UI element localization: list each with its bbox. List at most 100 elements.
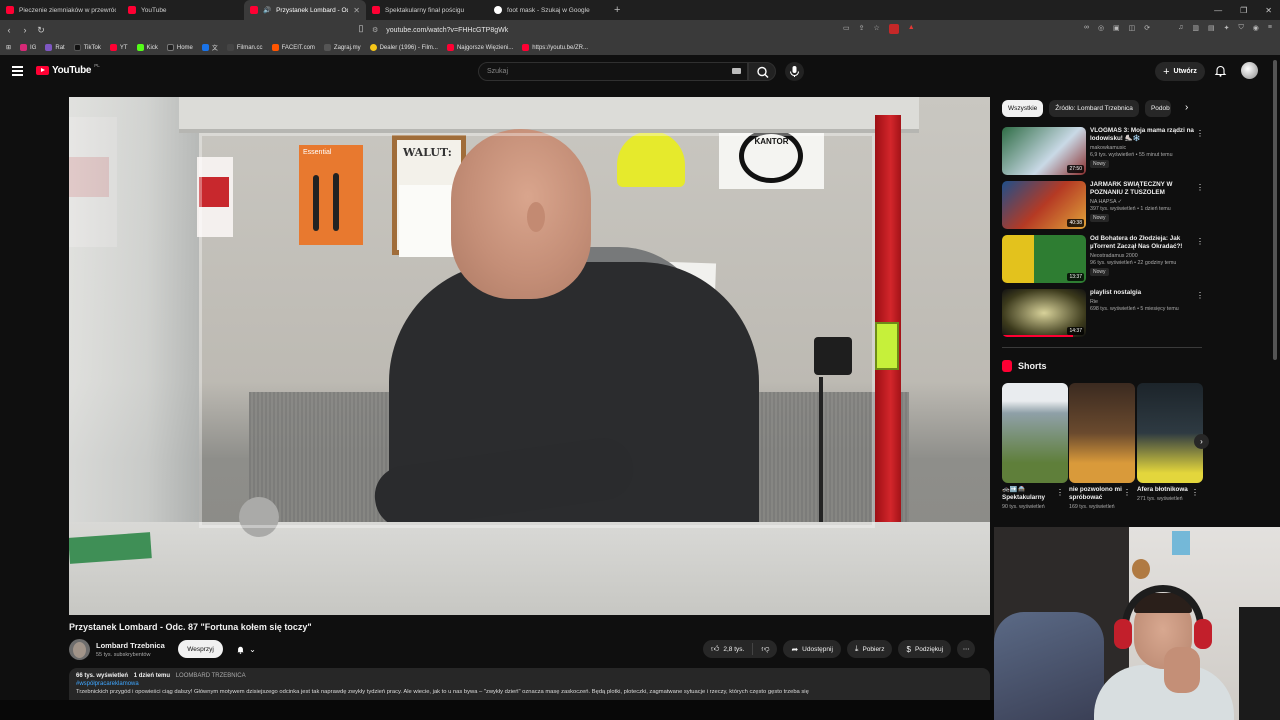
video-thumbnail[interactable]: 13:37 xyxy=(1002,235,1086,283)
bookmark-item[interactable]: Najgorsze Więzieni... xyxy=(446,44,513,51)
video-thumbnail[interactable]: 14:37 xyxy=(1002,289,1086,337)
short-title[interactable]: 🚓➡️🚔 Spektakularny finał pościgu xyxy=(1002,486,1058,502)
close-tab-icon[interactable]: ✕ xyxy=(353,6,360,15)
video-title[interactable]: playlist nostalgia xyxy=(1090,289,1194,297)
more-vertical-icon[interactable]: ⋮ xyxy=(1196,183,1204,192)
youtube-logo[interactable]: YouTube PL xyxy=(36,63,100,76)
close-window-icon[interactable]: ✕ xyxy=(1265,6,1272,15)
channel-name[interactable]: Neostradamus 2000 xyxy=(1090,253,1194,259)
bookmark-item[interactable]: YT xyxy=(109,44,128,51)
video-title[interactable]: Od Bohatera do Złodzieja: Jak µTorrent Z… xyxy=(1090,235,1194,251)
like-button[interactable]: 👍︎ 2,8 tys. xyxy=(703,643,754,655)
subscription-bell-button[interactable]: ⌄ xyxy=(229,640,263,658)
browser-tab[interactable]: Spektakularny finał pościgu xyxy=(366,0,488,20)
short-thumbnail[interactable] xyxy=(1002,383,1068,483)
bookmark-item[interactable]: FACEIT.com xyxy=(271,44,315,51)
wallet-icon[interactable]: ▤ xyxy=(1208,24,1215,32)
channel-name[interactable]: Rie xyxy=(1090,299,1194,305)
extension-icon[interactable]: ⟳ xyxy=(1144,24,1150,32)
bookmark-item[interactable]: Kick xyxy=(136,44,158,51)
vpn-icon[interactable]: ⛉ xyxy=(1239,24,1244,32)
recommended-video[interactable]: 27:50 VLOGMAS 3: Moja mama rządzi na lod… xyxy=(1002,127,1204,177)
channel-name[interactable]: Lombard Trzebnica xyxy=(96,641,165,650)
bookmark-item[interactable]: TikTok xyxy=(73,44,101,51)
short-thumbnail[interactable] xyxy=(1137,383,1203,483)
rewards-icon[interactable]: ▲ xyxy=(908,24,915,34)
account-avatar[interactable] xyxy=(1241,62,1258,79)
apps-icon[interactable]: ⊞ xyxy=(6,44,11,51)
chevron-right-icon[interactable]: › xyxy=(1194,434,1209,449)
bookmark-item[interactable]: IG xyxy=(20,44,36,51)
video-player[interactable]: Essential WALUT: KANTOR xyxy=(69,97,990,615)
more-vertical-icon[interactable]: ⋮ xyxy=(1196,291,1204,300)
address-bar[interactable]: ⚙ youtube.com/watch?v=FHHcGTP8gWk xyxy=(372,22,912,38)
share-button[interactable]: ➦ Udostępnij xyxy=(783,640,841,658)
brave-shield-icon[interactable] xyxy=(888,24,899,34)
recommended-video[interactable]: 13:37 Od Bohatera do Złodzieja: Jak µTor… xyxy=(1002,235,1204,285)
chip-similar[interactable]: Podob xyxy=(1144,100,1171,117)
video-thumbnail[interactable]: 27:50 xyxy=(1002,127,1086,175)
channel-avatar[interactable] xyxy=(69,639,90,660)
chevron-right-icon[interactable]: › xyxy=(1185,102,1188,113)
bookmark-icon[interactable]: ▯ xyxy=(354,23,368,34)
more-vertical-icon[interactable]: ⋮ xyxy=(1056,488,1064,497)
bookmark-item[interactable]: https://youtu.be/ZR... xyxy=(522,44,588,51)
download-button[interactable]: ⤓ Pobierz xyxy=(846,640,893,658)
create-button[interactable]: + Utwórz xyxy=(1155,62,1205,81)
minimize-icon[interactable]: — xyxy=(1214,6,1222,15)
search-input[interactable]: Szukaj xyxy=(478,62,748,81)
share-icon[interactable]: ⇪ xyxy=(859,24,865,34)
browser-tab-active[interactable]: 🔊 Przystanek Lombard - Odc. 87 ✕ xyxy=(244,0,366,20)
channel-name[interactable]: NA HAPSA ✓ xyxy=(1090,199,1194,205)
media-icon[interactable]: ♫ xyxy=(1178,24,1183,32)
forward-icon[interactable]: › xyxy=(18,25,32,35)
notifications-bell-icon[interactable] xyxy=(1214,64,1227,77)
hamburger-menu-icon[interactable] xyxy=(12,66,23,78)
voice-search-button[interactable] xyxy=(785,62,804,81)
bookmark-item[interactable]: Home xyxy=(166,44,193,51)
support-button[interactable]: Wesprzyj xyxy=(178,640,223,658)
extension-icon[interactable]: ∞ xyxy=(1084,24,1089,32)
more-vertical-icon[interactable]: ⋮ xyxy=(1123,488,1131,497)
short-title[interactable]: nie pozwolono mi spróbować xyxy=(1069,486,1125,502)
bookmark-item[interactable]: Zagraj.my xyxy=(323,44,361,51)
hashtag-link[interactable]: #współpracareklamowa xyxy=(76,681,983,687)
browser-tab[interactable]: Pieczenie ziemniaków w przewróconym xyxy=(0,0,122,20)
video-title[interactable]: VLOGMAS 3: Moja mama rządzi na lodowisku… xyxy=(1090,127,1194,143)
menu-icon[interactable]: ≡ xyxy=(1268,24,1272,32)
video-thumbnail[interactable]: 40:38 xyxy=(1002,181,1086,229)
site-info-icon[interactable]: ⚙ xyxy=(372,26,378,34)
cast-icon[interactable]: ▭ xyxy=(843,24,850,34)
browser-tab[interactable]: foot mask - Szukaj w Google xyxy=(488,0,610,20)
bookmark-item[interactable]: Rat xyxy=(45,44,65,51)
extension-icon[interactable]: ◫ xyxy=(1129,24,1136,32)
short-thumbnail[interactable] xyxy=(1069,383,1135,483)
search-button[interactable] xyxy=(748,62,776,81)
extension-icon[interactable]: ▣ xyxy=(1113,24,1120,32)
video-title[interactable]: JARMARK ŚWIĄTECZNY W POZNANIU Z TUSZOLEM xyxy=(1090,181,1194,197)
recommended-video[interactable]: 14:37 playlist nostalgia Rie 698 tys. wy… xyxy=(1002,289,1204,339)
maximize-icon[interactable]: ❐ xyxy=(1240,6,1247,15)
chip-source[interactable]: Źródło: Lombard Trzebnica xyxy=(1049,100,1139,117)
profile-icon[interactable]: ◉ xyxy=(1253,24,1259,32)
channel-name[interactable]: makowkamusic xyxy=(1090,145,1194,151)
more-vertical-icon[interactable]: ⋮ xyxy=(1196,237,1204,246)
dislike-button[interactable]: 👎︎ xyxy=(753,644,777,654)
back-icon[interactable]: ‹ xyxy=(2,25,16,35)
more-vertical-icon[interactable]: ⋮ xyxy=(1191,488,1199,497)
bookmark-item[interactable]: 文 xyxy=(201,43,218,52)
star-icon[interactable]: ☆ xyxy=(874,24,880,34)
speaker-icon[interactable]: 🔊 xyxy=(263,6,271,14)
browser-tab[interactable]: YouTube xyxy=(122,0,244,20)
short-title[interactable]: Afera błotnikowa xyxy=(1137,486,1193,494)
more-vertical-icon[interactable]: ⋮ xyxy=(1196,129,1204,138)
reload-icon[interactable]: ↻ xyxy=(34,25,48,36)
more-actions-button[interactable]: ⋯ xyxy=(957,640,976,658)
bookmark-item[interactable]: Filman.cc xyxy=(226,44,263,51)
chip-all[interactable]: Wszystkie xyxy=(1002,100,1044,117)
recommended-video[interactable]: 40:38 JARMARK ŚWIĄTECZNY W POZNANIU Z TU… xyxy=(1002,181,1204,231)
page-scrollbar[interactable] xyxy=(1273,60,1277,360)
sidebar-icon[interactable]: ▥ xyxy=(1192,24,1199,32)
extension-icon[interactable]: ◎ xyxy=(1098,24,1104,32)
keyboard-icon[interactable] xyxy=(732,68,741,74)
